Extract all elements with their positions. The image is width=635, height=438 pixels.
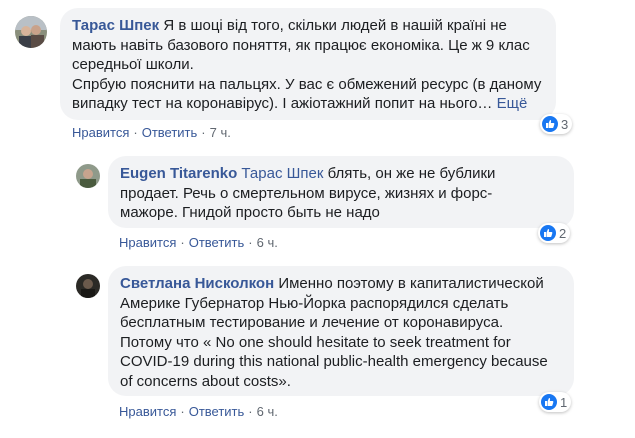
comment-text: Спрбую пояснити на пальцях. У вас є обме… — [72, 75, 542, 93]
comment-author[interactable]: Eugen Titarenko — [120, 165, 237, 182]
comment-time[interactable]: 7 ч. — [210, 125, 231, 140]
avatar[interactable] — [76, 274, 100, 298]
comment-text: продает. Речь о смертельном вирусе, жизн… — [120, 184, 493, 202]
comment-text: мають навіть базового поняття, як працює… — [72, 36, 530, 54]
reply-link[interactable]: Ответить — [189, 235, 245, 250]
comment-bubble: Светлана Нисколкон Именно поэтому в капи… — [108, 266, 574, 396]
like-thumb-icon — [542, 116, 558, 132]
reaction-count[interactable]: 2 — [538, 223, 571, 243]
mention-link[interactable]: Тарас Шпек — [241, 165, 323, 182]
comment-text: бесплатным тестирование и лечение от кор… — [120, 314, 504, 331]
like-link[interactable]: Нравится — [119, 235, 176, 250]
see-more-link[interactable]: Ещё — [497, 95, 528, 112]
reaction-count[interactable]: 1 — [539, 392, 572, 412]
comment-actions: Нравится · Ответить · 7 ч. — [72, 125, 231, 140]
comment-text: середньої школи. — [72, 56, 194, 73]
comment-text: Потому что « No one should hesitate to s… — [120, 333, 511, 351]
comment-author[interactable]: Тарас Шпек — [72, 17, 159, 34]
comment-text: COVID-19 during this national public-hea… — [120, 353, 548, 370]
comment-time[interactable]: 6 ч. — [257, 235, 278, 250]
like-link[interactable]: Нравится — [119, 404, 176, 419]
comment-text: мажоре. Гнидой просто быть не надо — [120, 204, 380, 221]
comment-actions: Нравится · Ответить · 6 ч. — [119, 404, 278, 419]
comment-text: випадку тест на коронавірус). І ажіотажн… — [72, 95, 493, 112]
comment-text: of concerns about costs». — [120, 372, 291, 390]
reaction-number: 1 — [560, 394, 568, 410]
like-thumb-icon — [540, 225, 556, 241]
reply-link[interactable]: Ответить — [189, 404, 245, 419]
comment-bubble: Eugen Titarenko Тарас Шпек блять, он же … — [108, 156, 574, 228]
reaction-number: 2 — [559, 225, 567, 241]
avatar[interactable] — [15, 16, 47, 48]
comment-actions: Нравится · Ответить · 6 ч. — [119, 235, 278, 250]
comment-time[interactable]: 6 ч. — [257, 404, 278, 419]
like-thumb-icon — [541, 394, 557, 410]
reaction-count[interactable]: 3 — [540, 114, 573, 134]
like-link[interactable]: Нравится — [72, 125, 129, 140]
comment-text: блять, он же не бублики — [327, 165, 496, 182]
avatar[interactable] — [76, 164, 100, 188]
comment-text: Именно поэтому в капиталистической — [278, 275, 544, 292]
comment-bubble: Тарас Шпек Я в шоці від того, скільки лю… — [60, 8, 556, 120]
reply-link[interactable]: Ответить — [142, 125, 198, 140]
comment-text: Америке Губернатор Нью-Йорка распорядилс… — [120, 294, 509, 312]
comment-text: Я в шоці від того, скільки людей в нашій… — [163, 17, 507, 34]
reaction-number: 3 — [561, 116, 569, 132]
comment-author[interactable]: Светлана Нисколкон — [120, 275, 274, 292]
